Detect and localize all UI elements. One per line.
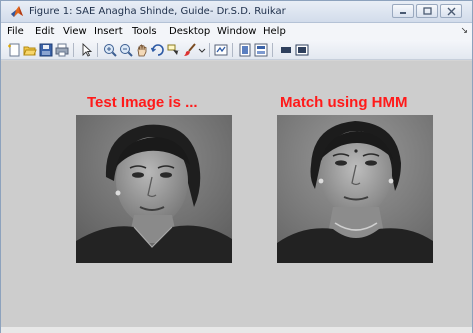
show-plot-tools-icon[interactable]	[295, 43, 309, 57]
new-figure-icon[interactable]	[7, 43, 21, 57]
menu-desktop[interactable]: Desktop	[169, 26, 210, 37]
brush-icon[interactable]	[183, 43, 197, 57]
rotate-3d-icon[interactable]	[150, 43, 165, 57]
figure-canvas: Test Image is ... Match using HMM	[1, 61, 472, 327]
menu-help[interactable]: Help	[263, 26, 286, 37]
toolbar-separator	[209, 43, 210, 57]
print-icon[interactable]	[55, 43, 69, 57]
close-icon	[447, 7, 455, 15]
toolbar-separator	[272, 43, 273, 57]
menu-bar: File Edit View Insert Tools Desktop Wind…	[1, 23, 472, 40]
hide-plot-tools-icon[interactable]	[279, 43, 293, 57]
data-cursor-icon[interactable]	[167, 43, 181, 57]
toolbar-separator	[97, 43, 98, 57]
matched-face-image	[277, 115, 433, 263]
menu-view[interactable]: View	[63, 26, 87, 37]
toolbar	[1, 40, 472, 60]
menu-edit[interactable]: Edit	[35, 26, 54, 37]
status-bar	[1, 327, 472, 333]
pan-icon[interactable]	[135, 43, 149, 57]
menu-file[interactable]: File	[7, 26, 24, 37]
test-face-image	[76, 115, 232, 263]
minimize-icon	[400, 12, 406, 14]
match-image-title: Match using HMM	[280, 94, 408, 111]
chevron-down-icon[interactable]	[198, 43, 206, 57]
zoom-in-icon[interactable]	[103, 43, 117, 57]
maximize-icon	[422, 7, 432, 15]
close-button[interactable]	[440, 4, 462, 18]
toolbar-separator	[232, 43, 233, 57]
link-plot-icon[interactable]	[214, 43, 228, 57]
menu-tools[interactable]: Tools	[132, 26, 157, 37]
menu-overflow-icon[interactable]: ↘	[460, 25, 468, 36]
menu-window[interactable]: Window	[217, 26, 256, 37]
minimize-button[interactable]	[392, 4, 414, 18]
matlab-logo-icon	[10, 5, 24, 19]
window-title: Figure 1: SAE Anagha Shinde, Guide- Dr.S…	[29, 6, 286, 17]
edit-plot-icon[interactable]	[79, 42, 93, 57]
open-file-icon[interactable]	[23, 43, 37, 57]
legend-icon[interactable]	[254, 43, 268, 57]
maximize-button[interactable]	[416, 4, 438, 18]
zoom-out-icon[interactable]	[119, 43, 133, 57]
title-bar[interactable]: Figure 1: SAE Anagha Shinde, Guide- Dr.S…	[1, 1, 472, 23]
colorbar-icon[interactable]	[238, 43, 252, 57]
menu-insert[interactable]: Insert	[94, 26, 123, 37]
save-icon[interactable]	[39, 43, 53, 57]
test-image-title: Test Image is ...	[87, 94, 198, 111]
figure-window: Figure 1: SAE Anagha Shinde, Guide- Dr.S…	[0, 0, 473, 333]
toolbar-separator	[73, 43, 74, 57]
